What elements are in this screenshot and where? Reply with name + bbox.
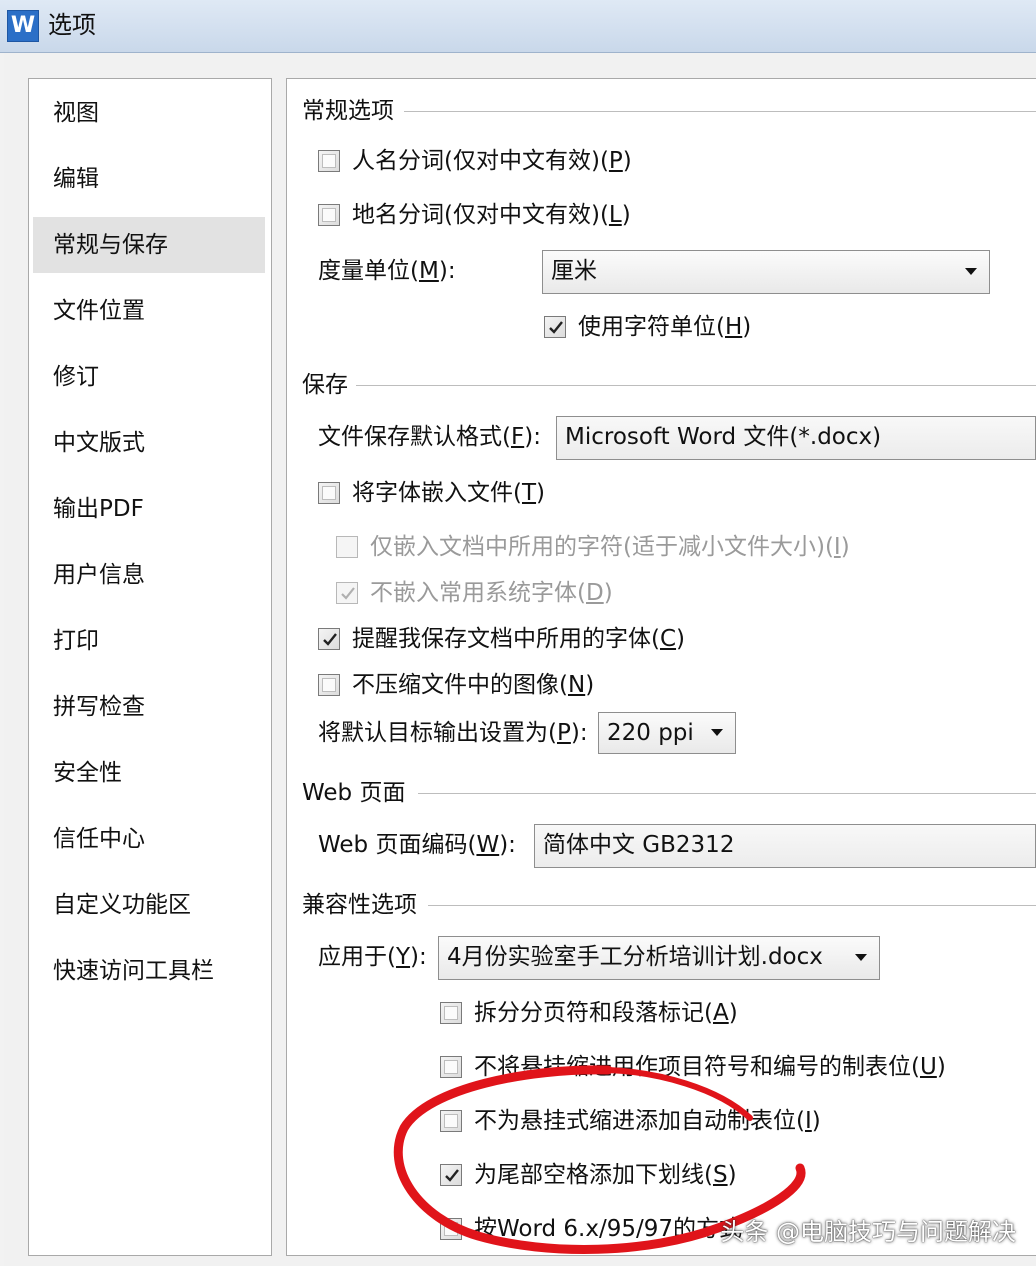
sidebar-item-track-changes[interactable]: 修订 bbox=[33, 349, 265, 405]
sidebar-item-export-pdf[interactable]: 输出PDF bbox=[33, 481, 265, 537]
split-page-checkbox[interactable] bbox=[440, 1002, 462, 1024]
unit-select[interactable]: 厘米 bbox=[542, 250, 990, 294]
no-auto-tab-label: 不为悬挂式缩进添加自动制表位(I) bbox=[474, 1108, 821, 1134]
no-compress-checkbox[interactable] bbox=[318, 674, 340, 696]
sidebar-item-label: 输出PDF bbox=[53, 496, 144, 522]
sidebar-item-chinese-layout[interactable]: 中文版式 bbox=[33, 415, 265, 471]
check-icon bbox=[323, 633, 337, 646]
sidebar-item-security[interactable]: 安全性 bbox=[33, 745, 265, 801]
title-bar[interactable]: W 选项 bbox=[0, 0, 1036, 53]
save-format-label: 文件保存默认格式(F): bbox=[318, 424, 541, 450]
sidebar-item-label: 自定义功能区 bbox=[53, 892, 191, 918]
sidebar-item-file-locations[interactable]: 文件位置 bbox=[33, 283, 265, 339]
apply-to-select[interactable]: 4月份实验室手工分析培训计划.docx bbox=[438, 936, 880, 980]
no-system-fonts-checkbox[interactable] bbox=[336, 582, 358, 604]
hang-indent-tab-checkbox[interactable] bbox=[440, 1056, 462, 1078]
char-unit-label: 使用字符单位(H) bbox=[578, 314, 752, 340]
sidebar-item-trust-center[interactable]: 信任中心 bbox=[33, 811, 265, 867]
section-divider bbox=[428, 905, 1036, 906]
embed-fonts-label: 将字体嵌入文件(T) bbox=[352, 480, 546, 506]
apply-to-label: 应用于(Y): bbox=[318, 944, 427, 970]
section-divider bbox=[418, 793, 1036, 794]
sidebar-item-general-save[interactable]: 常规与保存 bbox=[33, 217, 265, 273]
sidebar-item-label: 常规与保存 bbox=[53, 232, 168, 258]
place-name-label: 地名分词(仅对中文有效)(L) bbox=[352, 202, 631, 228]
section-title-web: Web 页面 bbox=[302, 780, 406, 806]
check-icon bbox=[341, 587, 355, 600]
output-ppi-value: 220 ppi bbox=[607, 720, 694, 746]
no-system-fonts-label: 不嵌入常用系统字体(D) bbox=[370, 580, 613, 606]
unit-select-value: 厘米 bbox=[551, 258, 597, 284]
output-label: 将默认目标输出设置为(P): bbox=[318, 720, 588, 746]
sidebar-item-label: 打印 bbox=[53, 628, 99, 654]
sidebar-item-label: 信任中心 bbox=[53, 826, 145, 852]
section-divider bbox=[404, 111, 1036, 112]
output-ppi-select[interactable]: 220 ppi bbox=[598, 712, 736, 754]
embed-used-only-label: 仅嵌入文档中所用的字符(适于减小文件大小)(I) bbox=[370, 534, 850, 560]
underline-trailing-checkbox[interactable] bbox=[440, 1164, 462, 1186]
sidebar-item-print[interactable]: 打印 bbox=[33, 613, 265, 669]
word6-checkbox[interactable] bbox=[440, 1218, 462, 1240]
person-name-label: 人名分词(仅对中文有效)(P) bbox=[352, 148, 632, 174]
sidebar-item-label: 快速访问工具栏 bbox=[53, 958, 214, 984]
sidebar-item-customize-ribbon[interactable]: 自定义功能区 bbox=[33, 877, 265, 933]
remind-fonts-checkbox[interactable] bbox=[318, 628, 340, 650]
save-format-value: Microsoft Word 文件(*.docx) bbox=[565, 424, 882, 450]
sidebar-item-label: 文件位置 bbox=[53, 298, 145, 324]
sidebar-item-label: 修订 bbox=[53, 364, 99, 390]
underline-trailing-label: 为尾部空格添加下划线(S) bbox=[474, 1162, 737, 1188]
section-title-general: 常规选项 bbox=[302, 98, 394, 124]
split-page-label: 拆分分页符和段落标记(A) bbox=[474, 1000, 738, 1026]
unit-label: 度量单位(M): bbox=[318, 258, 456, 284]
check-icon bbox=[445, 1169, 459, 1182]
web-encoding-value: 简体中文 GB2312 bbox=[543, 832, 735, 858]
web-encoding-label: Web 页面编码(W): bbox=[318, 832, 516, 858]
check-icon bbox=[549, 321, 563, 334]
options-sidebar: 视图 编辑 常规与保存 文件位置 修订 中文版式 输出PDF 用户信息 打印 拼… bbox=[28, 78, 272, 1256]
section-title-compat: 兼容性选项 bbox=[302, 892, 417, 918]
watermark: 头条 @电脑技巧与问题解决 bbox=[720, 1218, 1016, 1246]
sidebar-item-view[interactable]: 视图 bbox=[33, 85, 265, 141]
sidebar-item-label: 拼写检查 bbox=[53, 694, 145, 720]
remind-fonts-label: 提醒我保存文档中所用的字体(C) bbox=[352, 626, 686, 652]
word6-label: 按Word 6.x/95/97的方式 bbox=[474, 1216, 743, 1242]
save-format-select[interactable]: Microsoft Word 文件(*.docx) bbox=[556, 416, 1036, 460]
chevron-down-icon bbox=[855, 954, 867, 961]
section-divider bbox=[356, 385, 1036, 386]
char-unit-checkbox[interactable] bbox=[544, 316, 566, 338]
no-auto-tab-checkbox[interactable] bbox=[440, 1110, 462, 1132]
sidebar-item-label: 编辑 bbox=[53, 166, 99, 192]
window-title: 选项 bbox=[48, 11, 96, 39]
wps-writer-icon: W bbox=[7, 10, 39, 42]
embed-fonts-checkbox[interactable] bbox=[318, 482, 340, 504]
sidebar-item-user-info[interactable]: 用户信息 bbox=[33, 547, 265, 603]
sidebar-item-label: 用户信息 bbox=[53, 562, 145, 588]
web-encoding-select[interactable]: 简体中文 GB2312 bbox=[534, 824, 1036, 868]
hang-indent-tab-label: 不将悬挂缩进用作项目符号和编号的制表位(U) bbox=[474, 1054, 946, 1080]
sidebar-item-label: 视图 bbox=[53, 100, 99, 126]
chevron-down-icon bbox=[711, 729, 723, 736]
sidebar-item-spelling[interactable]: 拼写检查 bbox=[33, 679, 265, 735]
sidebar-item-label: 中文版式 bbox=[53, 430, 145, 456]
embed-used-only-checkbox[interactable] bbox=[336, 536, 358, 558]
place-name-checkbox[interactable] bbox=[318, 204, 340, 226]
no-compress-label: 不压缩文件中的图像(N) bbox=[352, 672, 595, 698]
sidebar-item-quick-access-toolbar[interactable]: 快速访问工具栏 bbox=[33, 943, 265, 999]
person-name-checkbox[interactable] bbox=[318, 150, 340, 172]
apply-to-value: 4月份实验室手工分析培训计划.docx bbox=[447, 944, 823, 970]
chevron-down-icon bbox=[965, 268, 977, 275]
sidebar-item-label: 安全性 bbox=[53, 760, 122, 786]
section-title-save: 保存 bbox=[302, 372, 348, 398]
sidebar-item-edit[interactable]: 编辑 bbox=[33, 151, 265, 207]
